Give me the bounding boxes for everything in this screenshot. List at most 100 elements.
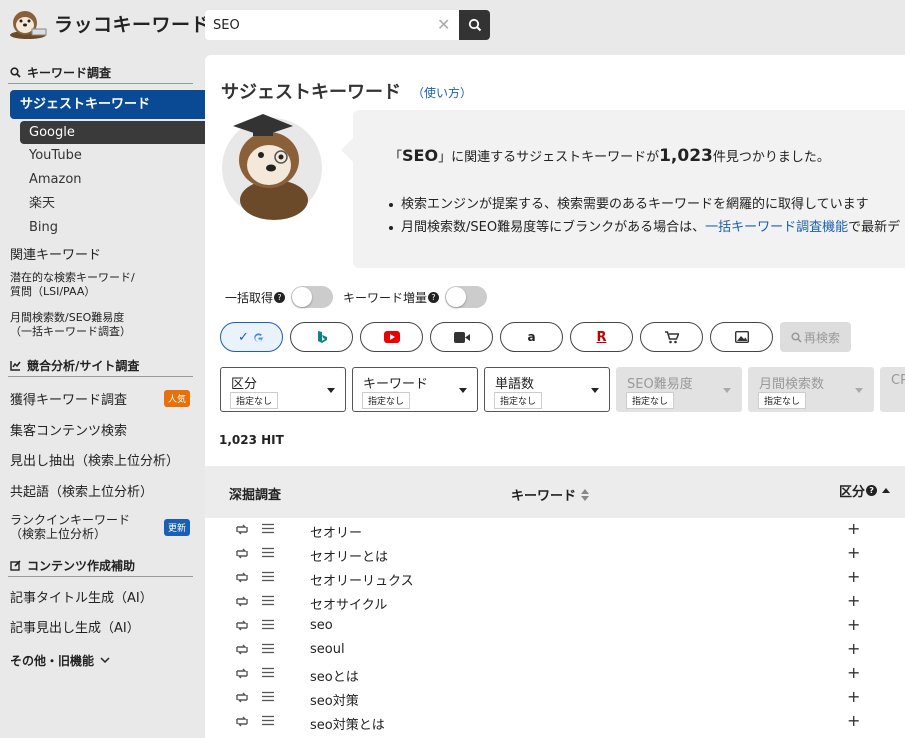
help-icon[interactable]: ?	[428, 291, 440, 303]
search-input[interactable]	[205, 10, 460, 40]
menu-icon[interactable]	[262, 595, 274, 606]
filter-word-count[interactable]: 単語数 指定なし	[484, 367, 610, 412]
edit-icon	[10, 559, 21, 571]
engine-bing-button[interactable]	[290, 322, 353, 352]
help-icon[interactable]: ?	[274, 291, 286, 303]
sidebar-sub-google[interactable]: Google	[20, 121, 205, 144]
dig-deeper-icon[interactable]	[235, 667, 249, 680]
sidebar-item-title-ai[interactable]: 記事タイトル生成（AI）	[0, 581, 205, 611]
engine-rakuten-button[interactable]: R	[570, 322, 633, 352]
menu-icon[interactable]	[262, 571, 274, 582]
bulk-research-link[interactable]: 一括キーワード調査機能	[705, 220, 848, 235]
sidebar-item-suggest[interactable]: サジェストキーワード	[10, 90, 205, 119]
keyword-text[interactable]: セオリーリュクス	[310, 570, 414, 589]
dig-deeper-icon[interactable]	[235, 547, 249, 560]
sidebar-item-content-search[interactable]: 集客コンテンツ検索	[0, 414, 205, 444]
sidebar-sub-amazon[interactable]: Amazon	[29, 168, 205, 192]
filter-label: 区分	[231, 377, 258, 392]
filter-monthly-volume[interactable]: 月間検索数 指定なし	[748, 367, 874, 412]
filter-value: 指定なし	[758, 392, 807, 409]
dig-deeper-icon[interactable]	[235, 619, 249, 632]
engine-video-button[interactable]	[430, 322, 493, 352]
add-icon[interactable]: +	[847, 567, 860, 586]
sidebar-item-related[interactable]: 関連キーワード	[0, 240, 205, 266]
dig-deeper-icon[interactable]	[235, 595, 249, 608]
dig-deeper-icon[interactable]	[235, 643, 249, 656]
table-row: セオリーリュクス +	[205, 566, 905, 590]
keyword-text[interactable]: seo対策	[310, 690, 359, 709]
menu-icon[interactable]	[262, 715, 274, 726]
check-icon: ✓	[238, 329, 249, 345]
search-icon	[468, 18, 481, 32]
sidebar-item-cooccur[interactable]: 共起語（検索上位分析）	[0, 475, 205, 506]
sidebar-sub-rakuten[interactable]: 楽天	[29, 192, 205, 216]
menu-icon[interactable]	[262, 667, 274, 678]
research-button[interactable]: 再検索	[780, 322, 851, 352]
sidebar-item-headings[interactable]: 見出し抽出（検索上位分析）	[0, 444, 205, 475]
filter-category[interactable]: 区分 指定なし	[220, 367, 346, 412]
increase-toggle[interactable]	[445, 286, 488, 308]
add-icon[interactable]: +	[847, 615, 860, 634]
dig-deeper-icon[interactable]	[235, 691, 249, 704]
caret-down-icon	[591, 388, 599, 393]
add-icon[interactable]: +	[847, 639, 860, 658]
engine-image-button[interactable]	[710, 322, 773, 352]
howto-link[interactable]: （使い方）	[412, 84, 472, 101]
app-logo[interactable]: ラッコキーワード	[8, 7, 210, 39]
engine-amazon-button[interactable]: a	[500, 322, 563, 352]
result-count: 1,023	[659, 146, 713, 166]
help-icon[interactable]: ?	[866, 485, 878, 496]
section-title: 競合分析/サイト調査	[27, 358, 140, 373]
menu-icon[interactable]	[262, 691, 274, 702]
dig-deeper-icon[interactable]	[235, 571, 249, 584]
section-title: キーワード調査	[27, 65, 112, 80]
filter-keyword[interactable]: キーワード 指定なし	[352, 367, 478, 412]
caret-down-icon	[855, 388, 863, 393]
sidebar-sub-bing[interactable]: Bing	[29, 216, 205, 240]
otter-logo-icon	[10, 11, 47, 39]
table-row: セオリーとは +	[205, 542, 905, 566]
bing-icon	[317, 331, 327, 343]
sidebar-sub-youtube[interactable]: YouTube	[29, 144, 205, 168]
filter-cpc[interactable]: CP	[880, 367, 905, 412]
dig-deeper-icon[interactable]	[235, 523, 249, 536]
info-box: 「SEO」に関連するサジェストキーワードが1,023件見つかりました。 検索エン…	[341, 110, 905, 268]
sidebar-item-bulk[interactable]: 月間検索数/SEO難易度 （一括キーワード調査）	[0, 308, 205, 346]
keyword-text[interactable]: セオリー	[310, 522, 362, 541]
add-icon[interactable]: +	[847, 663, 860, 682]
add-icon[interactable]: +	[847, 543, 860, 562]
menu-icon[interactable]	[262, 643, 274, 654]
filter-label: キーワード	[363, 377, 429, 392]
keyword-text[interactable]: seoとは	[310, 666, 359, 685]
add-icon[interactable]: +	[847, 591, 860, 610]
sidebar-item-heading-ai[interactable]: 記事見出し生成（AI）	[0, 611, 205, 641]
section-other[interactable]: その他・旧機能	[0, 649, 205, 671]
menu-icon[interactable]	[262, 523, 274, 534]
sidebar-item-acquired-kw[interactable]: 獲得キーワード調査 人気	[0, 382, 205, 414]
engine-youtube-button[interactable]	[360, 322, 423, 352]
search-button[interactable]	[459, 10, 490, 40]
add-icon[interactable]: +	[847, 687, 860, 706]
menu-icon[interactable]	[262, 547, 274, 558]
keyword-text[interactable]: seo対策とは	[310, 714, 385, 733]
engine-shopping-button[interactable]	[640, 322, 703, 352]
keyword-text[interactable]: セオサイクル	[310, 594, 387, 613]
column-keyword[interactable]: キーワード	[511, 485, 590, 504]
sidebar-item-lsi[interactable]: 潜在的な検索キーワード/ 質問（LSI/PAA）	[0, 266, 205, 308]
table-header: 深掘調査 キーワード 区分?	[205, 466, 905, 518]
dig-deeper-icon[interactable]	[235, 715, 249, 728]
sidebar-item-rankin[interactable]: ランクインキーワード （検索上位分析） 更新	[0, 506, 205, 548]
column-category[interactable]: 区分?	[839, 481, 891, 500]
keyword-text[interactable]: seo	[310, 618, 333, 633]
keyword-text[interactable]: セオリーとは	[310, 546, 388, 565]
search-bar: ✕	[205, 10, 490, 40]
filter-seo-difficulty[interactable]: SEO難易度 指定なし	[616, 367, 742, 412]
keyword-text[interactable]: seoul	[310, 642, 345, 657]
add-icon[interactable]: +	[847, 519, 860, 538]
menu-icon[interactable]	[262, 619, 274, 630]
add-icon[interactable]: +	[847, 711, 860, 730]
bullet-item: 月間検索数/SEO難易度等にブランクがある場合は、一括キーワード調査機能で最新デ	[389, 216, 900, 239]
engine-google-button[interactable]: ✓	[220, 322, 283, 352]
close-icon[interactable]: ✕	[437, 15, 450, 34]
bulk-toggle[interactable]	[291, 286, 334, 308]
